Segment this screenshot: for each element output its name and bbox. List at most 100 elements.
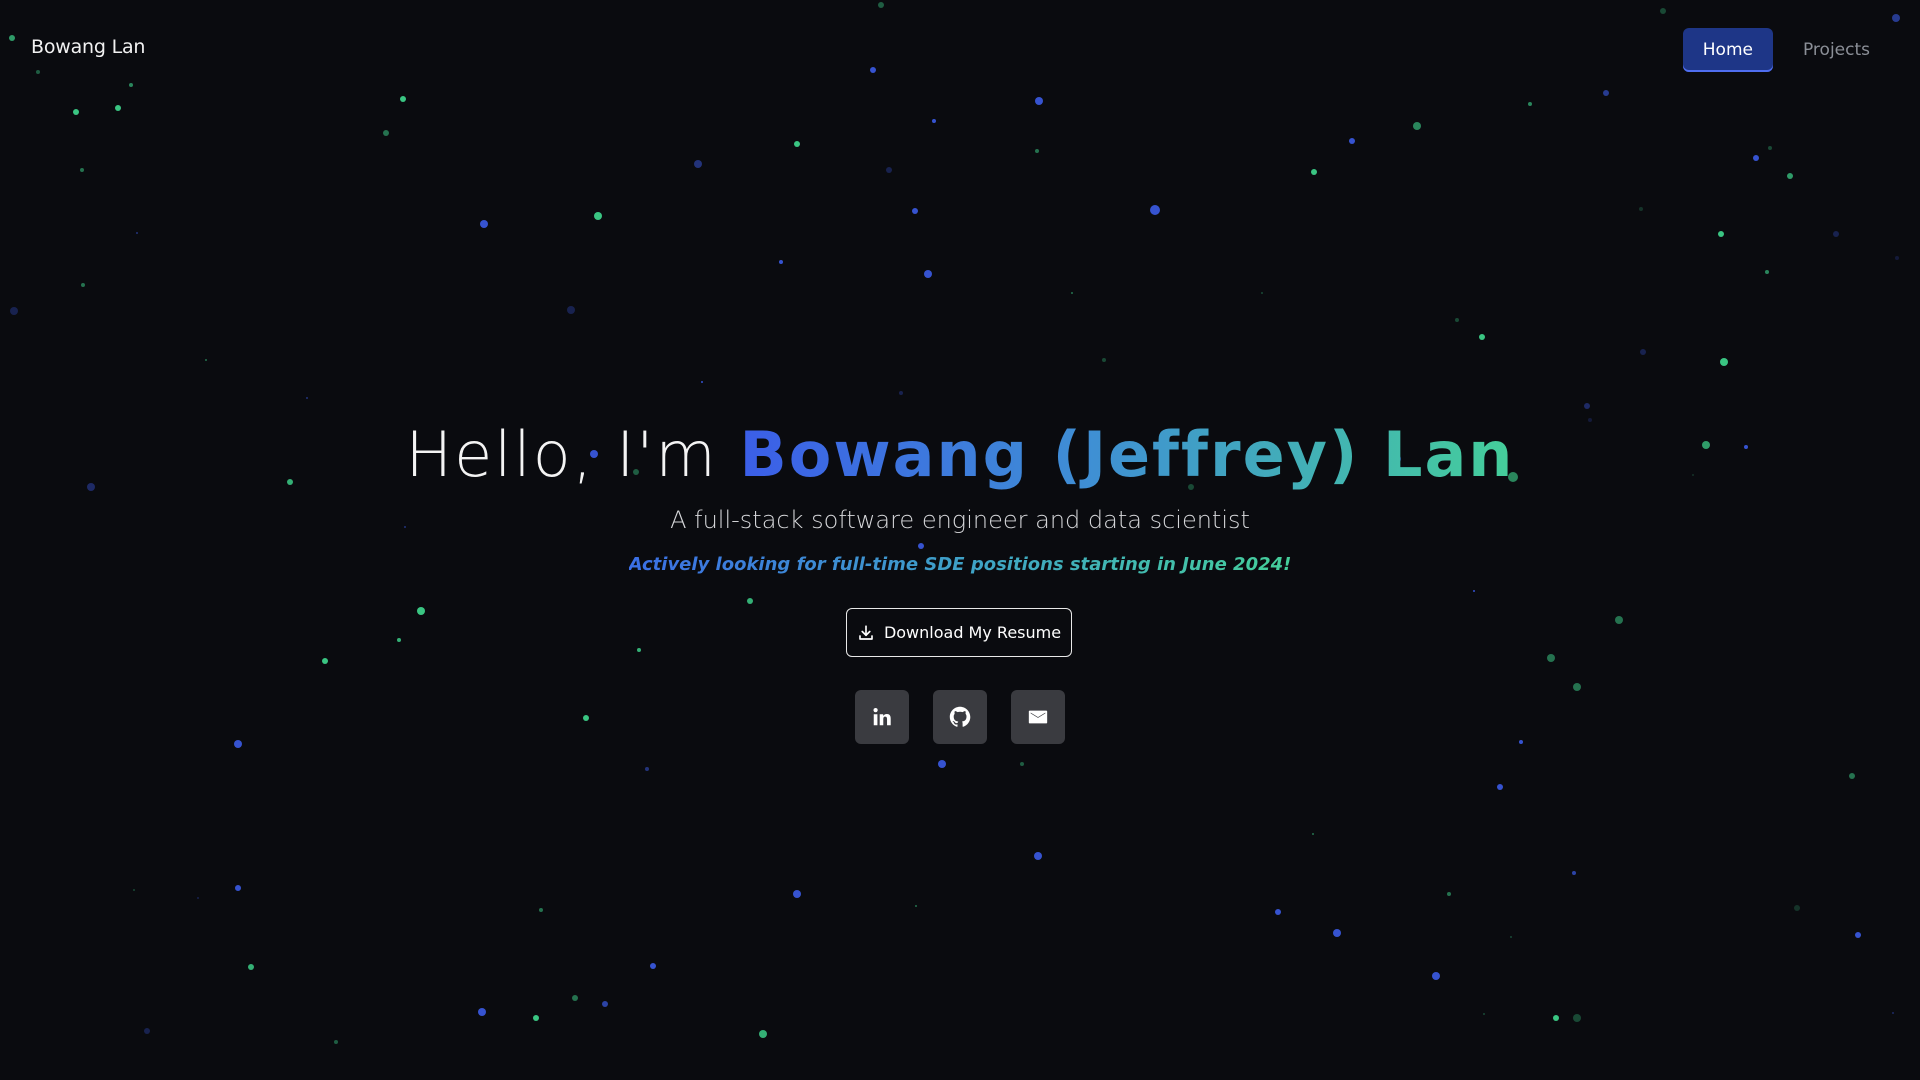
particle-dot	[583, 715, 589, 721]
particle-dot	[533, 1015, 539, 1021]
particle-dot	[870, 67, 876, 73]
particle-dot	[129, 83, 133, 87]
particle-dot	[594, 212, 602, 220]
hero-name: Bowang (Jeffrey) Lan	[739, 418, 1515, 491]
particle-dot	[1034, 852, 1042, 860]
page-stage: Bowang Lan Home Projects Hello, I'm Bowa…	[0, 0, 1920, 1080]
particle-dot	[1603, 90, 1609, 96]
particle-dot	[1349, 138, 1355, 144]
particle-dot	[1849, 773, 1855, 779]
particle-dot	[81, 283, 85, 287]
particle-dot	[136, 232, 138, 234]
particle-dot	[1519, 740, 1523, 744]
particle-dot	[637, 648, 641, 652]
particle-dot	[1553, 1015, 1559, 1021]
particle-dot	[938, 760, 946, 768]
particle-dot	[1497, 784, 1503, 790]
particle-dot	[567, 306, 575, 314]
particle-dot	[1447, 892, 1451, 896]
particle-dot	[417, 607, 425, 615]
particle-dot	[400, 96, 406, 102]
download-icon	[857, 624, 875, 642]
particle-dot	[794, 141, 800, 147]
particle-dot	[915, 905, 917, 907]
particle-dot	[478, 1008, 486, 1016]
particle-dot	[197, 897, 199, 899]
particle-dot	[234, 740, 242, 748]
particle-dot	[334, 1040, 338, 1044]
particle-dot	[886, 167, 892, 173]
hero-subtitle: A full-stack software engineer and data …	[670, 506, 1250, 534]
particle-dot	[779, 260, 783, 264]
particle-dot	[1787, 173, 1793, 179]
particle-dot	[480, 220, 488, 228]
particle-dot	[1150, 205, 1160, 215]
particle-dot	[701, 381, 703, 383]
particle-dot	[793, 890, 801, 898]
nav-projects[interactable]: Projects	[1783, 28, 1890, 72]
particle-dot	[1312, 833, 1314, 835]
particle-dot	[899, 391, 903, 395]
particle-dot	[1528, 102, 1532, 106]
particle-dot	[1473, 590, 1475, 592]
particle-dot	[602, 1001, 608, 1007]
github-icon	[948, 705, 972, 729]
job-search-notice: Actively looking for full-time SDE posit…	[628, 554, 1292, 575]
linkedin-button[interactable]	[855, 690, 909, 744]
download-resume-label: Download My Resume	[883, 623, 1062, 642]
particle-dot	[912, 208, 918, 214]
particle-dot	[73, 109, 79, 115]
particle-dot	[115, 105, 121, 111]
top-nav: Home Projects	[1682, 28, 1890, 72]
particle-dot	[133, 889, 135, 891]
particle-dot	[1311, 169, 1317, 175]
particle-dot	[322, 658, 328, 664]
particle-dot	[1660, 8, 1666, 14]
particle-dot	[1794, 905, 1800, 911]
particle-dot	[1035, 97, 1043, 105]
email-button[interactable]	[1011, 690, 1065, 744]
particle-dot	[694, 160, 702, 168]
particle-dot	[747, 598, 753, 604]
particle-dot	[1455, 318, 1459, 322]
linkedin-icon	[871, 706, 893, 728]
particle-dot	[1432, 972, 1440, 980]
particle-dot	[144, 1028, 150, 1034]
particle-dot	[539, 908, 543, 912]
brand-logo[interactable]: Bowang Lan	[31, 36, 145, 58]
particle-dot	[248, 964, 254, 970]
particle-dot	[1573, 683, 1581, 691]
particle-dot	[1718, 231, 1724, 237]
particle-dot	[924, 270, 932, 278]
particle-dot	[932, 119, 936, 123]
particle-dot	[1753, 155, 1759, 161]
particle-dot	[1572, 871, 1576, 875]
particle-dot	[650, 963, 656, 969]
particle-dot	[306, 397, 308, 399]
particle-dot	[1479, 334, 1485, 340]
particle-dot	[9, 35, 15, 41]
particle-dot	[1547, 654, 1555, 662]
hero-greeting: Hello, I'm	[405, 418, 740, 491]
particle-dot	[235, 885, 241, 891]
particle-dot	[572, 995, 578, 1001]
particle-dot	[383, 130, 389, 136]
particle-dot	[1584, 403, 1590, 409]
particle-dot	[36, 70, 40, 74]
particle-dot	[1333, 929, 1341, 937]
particle-dot	[1640, 349, 1646, 355]
particle-dot	[759, 1030, 767, 1038]
particle-dot	[1275, 909, 1281, 915]
particle-dot	[1895, 256, 1899, 260]
particle-dot	[1483, 1013, 1485, 1015]
nav-home[interactable]: Home	[1682, 28, 1773, 72]
particle-dot	[397, 638, 401, 642]
mail-icon	[1027, 706, 1049, 728]
social-links	[855, 690, 1065, 744]
particle-dot	[1071, 292, 1073, 294]
particle-dot	[10, 307, 18, 315]
github-button[interactable]	[933, 690, 987, 744]
particle-dot	[1892, 14, 1900, 22]
particle-dot	[1035, 149, 1039, 153]
download-resume-button[interactable]: Download My Resume	[846, 608, 1072, 657]
